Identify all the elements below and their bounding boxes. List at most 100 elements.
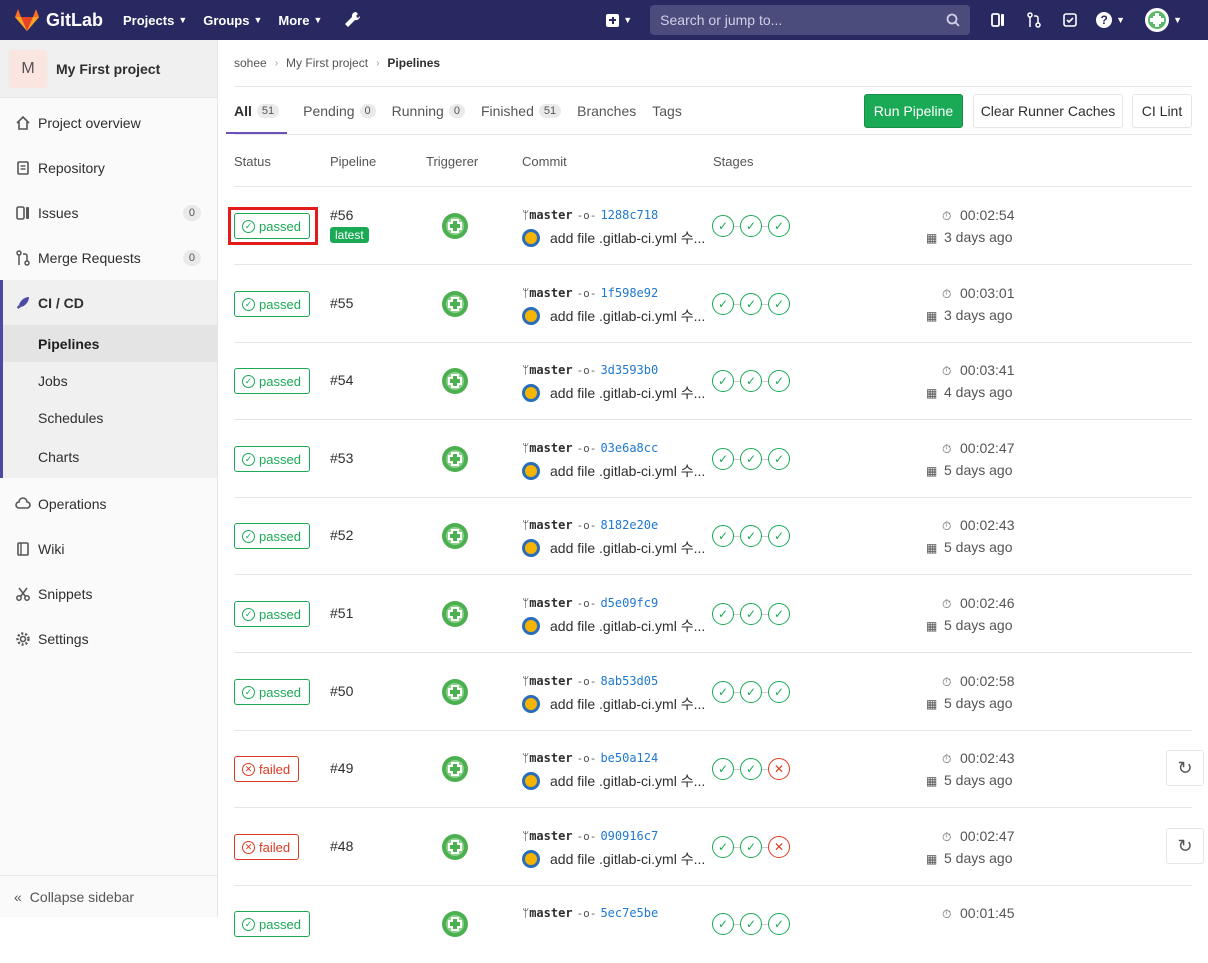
search-box[interactable] bbox=[650, 5, 971, 35]
stage-passed-icon[interactable]: ✓ bbox=[768, 293, 790, 315]
tab-all[interactable]: All 51 bbox=[226, 88, 288, 134]
triggerer-avatar[interactable] bbox=[442, 834, 468, 860]
author-avatar[interactable] bbox=[522, 229, 540, 247]
status-badge[interactable]: ✕ failed bbox=[234, 756, 300, 782]
branch-name-link[interactable]: master bbox=[529, 674, 572, 688]
triggerer-avatar[interactable] bbox=[442, 291, 468, 317]
stage-passed-icon[interactable]: ✓ bbox=[740, 370, 762, 392]
status-badge[interactable]: ✕ failed bbox=[234, 834, 300, 860]
tab-running[interactable]: Running 0 bbox=[392, 88, 465, 134]
branch-name-link[interactable]: master bbox=[529, 208, 572, 222]
projects-dropdown[interactable]: Projects ▼ bbox=[123, 13, 187, 28]
sidebar-item-project-overview[interactable]: Project overview bbox=[0, 100, 217, 145]
commit-sha-link[interactable]: d5e09fc9 bbox=[600, 596, 658, 610]
author-avatar[interactable] bbox=[522, 850, 540, 868]
commit-message-link[interactable]: add file .gitlab-ci.yml 수... bbox=[550, 616, 705, 636]
run-pipeline-button[interactable]: Run Pipeline bbox=[864, 94, 963, 128]
pipeline-id-link[interactable]: #54 bbox=[330, 372, 353, 388]
status-badge[interactable]: ✓ passed bbox=[234, 291, 310, 317]
author-avatar[interactable] bbox=[522, 462, 540, 480]
author-avatar[interactable] bbox=[522, 539, 540, 557]
stage-passed-icon[interactable]: ✓ bbox=[740, 603, 762, 625]
stage-passed-icon[interactable]: ✓ bbox=[768, 603, 790, 625]
stage-passed-icon[interactable]: ✓ bbox=[768, 681, 790, 703]
author-avatar[interactable] bbox=[522, 772, 540, 790]
author-avatar[interactable] bbox=[522, 695, 540, 713]
breadcrumb-item[interactable]: My First project bbox=[286, 56, 368, 70]
sidebar-item-repository[interactable]: Repository bbox=[0, 145, 217, 190]
merge-requests-icon[interactable] bbox=[1024, 10, 1044, 30]
pipeline-id-link[interactable]: #51 bbox=[330, 605, 353, 621]
triggerer-avatar[interactable] bbox=[442, 601, 468, 627]
status-badge[interactable]: ✓ passed bbox=[234, 601, 310, 627]
branch-name-link[interactable]: master bbox=[529, 906, 572, 920]
gitlab-home-link[interactable]: GitLab bbox=[14, 8, 103, 32]
triggerer-avatar[interactable] bbox=[442, 911, 468, 937]
triggerer-avatar[interactable] bbox=[442, 756, 468, 782]
status-badge[interactable]: ✓ passed bbox=[234, 679, 310, 705]
sidebar-item-snippets[interactable]: Snippets bbox=[0, 571, 217, 616]
tab-pending[interactable]: Pending 0 bbox=[303, 88, 376, 134]
retry-pipeline-button[interactable]: ↻ bbox=[1166, 750, 1204, 786]
stage-passed-icon[interactable]: ✓ bbox=[768, 448, 790, 470]
stage-failed-icon[interactable]: ✕ bbox=[768, 758, 790, 780]
sidebar-item-issues[interactable]: Issues 0 bbox=[0, 190, 217, 235]
commit-sha-link[interactable]: 1f598e92 bbox=[600, 286, 658, 300]
commit-sha-link[interactable]: 3d3593b0 bbox=[600, 363, 658, 377]
sidebar-item-settings[interactable]: Settings bbox=[0, 616, 217, 661]
sidebar-item-wiki[interactable]: Wiki bbox=[0, 526, 217, 571]
branch-name-link[interactable]: master bbox=[529, 286, 572, 300]
commit-sha-link[interactable]: 1288c718 bbox=[600, 208, 658, 222]
branch-name-link[interactable]: master bbox=[529, 829, 572, 843]
triggerer-avatar[interactable] bbox=[442, 446, 468, 472]
branch-name-link[interactable]: master bbox=[529, 596, 572, 610]
commit-message-link[interactable]: add file .gitlab-ci.yml 수... bbox=[550, 461, 705, 481]
sidebar-item-operations[interactable]: Operations bbox=[0, 481, 217, 526]
triggerer-avatar[interactable] bbox=[442, 523, 468, 549]
project-header[interactable]: M My First project bbox=[0, 40, 217, 98]
triggerer-avatar[interactable] bbox=[442, 213, 468, 239]
issues-icon[interactable] bbox=[988, 10, 1008, 30]
stage-passed-icon[interactable]: ✓ bbox=[712, 293, 734, 315]
triggerer-avatar[interactable] bbox=[442, 679, 468, 705]
status-badge[interactable]: ✓ passed bbox=[234, 911, 310, 937]
ci-lint-button[interactable]: CI Lint bbox=[1132, 94, 1192, 128]
help-dropdown[interactable]: ? ▼ bbox=[1096, 12, 1125, 28]
stage-passed-icon[interactable]: ✓ bbox=[712, 525, 734, 547]
branch-name-link[interactable]: master bbox=[529, 518, 572, 532]
breadcrumb-current[interactable]: Pipelines bbox=[387, 56, 440, 70]
commit-sha-link[interactable]: 5ec7e5be bbox=[600, 906, 658, 920]
status-badge[interactable]: ✓ passed bbox=[234, 523, 310, 549]
stage-passed-icon[interactable]: ✓ bbox=[740, 913, 762, 935]
commit-message-link[interactable]: add file .gitlab-ci.yml 수... bbox=[550, 771, 705, 791]
stage-passed-icon[interactable]: ✓ bbox=[768, 913, 790, 935]
commit-message-link[interactable]: add file .gitlab-ci.yml 수... bbox=[550, 849, 705, 869]
search-input[interactable] bbox=[660, 12, 931, 28]
stage-passed-icon[interactable]: ✓ bbox=[740, 448, 762, 470]
commit-sha-link[interactable]: 03e6a8cc bbox=[600, 441, 658, 455]
tab-branches[interactable]: Branches bbox=[577, 88, 636, 134]
stage-passed-icon[interactable]: ✓ bbox=[712, 681, 734, 703]
stage-passed-icon[interactable]: ✓ bbox=[740, 525, 762, 547]
collapse-sidebar-button[interactable]: « Collapse sidebar bbox=[0, 875, 217, 917]
pipeline-id-link[interactable]: #55 bbox=[330, 295, 353, 311]
stage-passed-icon[interactable]: ✓ bbox=[740, 681, 762, 703]
sidebar-subitem-pipelines[interactable]: Pipelines bbox=[0, 325, 217, 362]
stage-passed-icon[interactable]: ✓ bbox=[740, 293, 762, 315]
stage-passed-icon[interactable]: ✓ bbox=[712, 758, 734, 780]
pipeline-id-link[interactable]: #50 bbox=[330, 683, 353, 699]
stage-passed-icon[interactable]: ✓ bbox=[768, 370, 790, 392]
commit-message-link[interactable]: add file .gitlab-ci.yml 수... bbox=[550, 694, 705, 714]
tab-finished[interactable]: Finished 51 bbox=[481, 88, 562, 134]
status-badge[interactable]: ✓ passed bbox=[234, 368, 310, 394]
user-menu[interactable]: ▼ bbox=[1145, 8, 1182, 32]
sidebar-item-merge-requests[interactable]: Merge Requests 0 bbox=[0, 235, 217, 280]
pipeline-id-link[interactable]: #48 bbox=[330, 838, 353, 854]
pipeline-id-link[interactable]: #56 bbox=[330, 207, 353, 223]
commit-message-link[interactable]: add file .gitlab-ci.yml 수... bbox=[550, 383, 705, 403]
author-avatar[interactable] bbox=[522, 617, 540, 635]
stage-passed-icon[interactable]: ✓ bbox=[712, 448, 734, 470]
pipeline-id-link[interactable]: #52 bbox=[330, 527, 353, 543]
stage-passed-icon[interactable]: ✓ bbox=[712, 603, 734, 625]
pipeline-id-link[interactable]: #53 bbox=[330, 450, 353, 466]
